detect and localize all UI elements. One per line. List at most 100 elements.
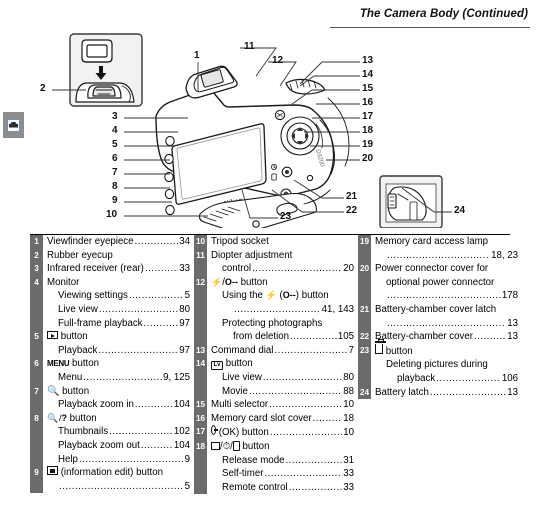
- page-number: 97: [179, 317, 190, 329]
- legend-text: Playback: [58, 344, 98, 356]
- legend-line: Full-frame playback.....................…: [47, 317, 190, 331]
- legend-number-badge: 4: [30, 275, 43, 331]
- legend-line: playback................................…: [375, 372, 518, 386]
- leader-dots: ........................................…: [387, 290, 501, 302]
- legend-text: Monitor: [47, 276, 80, 288]
- legend-text: Help: [58, 453, 78, 465]
- legend-line: Battery-chamber cover latch: [375, 303, 518, 317]
- leader-dots: ........................................…: [252, 263, 343, 275]
- page-number: 33: [343, 468, 354, 480]
- leader-dots: ........................................…: [144, 263, 178, 275]
- page-number: 9, 125: [163, 371, 190, 383]
- legend-entry: 3 Infrared receiver (rear)...............…: [30, 262, 190, 276]
- legend-entry: 6 MENU button Menu........................…: [30, 357, 190, 385]
- menu-icon: MENU: [47, 359, 70, 369]
- page-number: 106: [501, 372, 518, 384]
- legend-text: (OK) button: [216, 427, 269, 439]
- legend-text: Playback zoom in: [58, 399, 134, 411]
- legend-line: Command dial............................…: [211, 344, 354, 358]
- chapter-tab: [3, 112, 24, 138]
- legend-entry-body: Diopter adjustment control...............…: [211, 249, 354, 276]
- legend-line: (information edit) button: [47, 466, 190, 480]
- legend-number-badge: 1: [30, 235, 43, 249]
- legend-line: Release mode............................…: [211, 454, 354, 468]
- legend-text: Memory card slot cover: [211, 412, 312, 424]
- legend-entry: 12 ⚡/O‑‑ button Using the ⚡ (O‑‑) button..…: [194, 275, 354, 344]
- legend-column-2: 10 Tripod socket 11 Diopter adjustment contr…: [194, 235, 354, 513]
- camera-diagram: Nikon: [28, 28, 528, 228]
- legend-line: Tripod socket: [211, 235, 354, 249]
- legend-entry-body: /⏱/ button Release mode..................…: [211, 440, 354, 494]
- legend-entry: 13 Command dial..........................…: [194, 343, 354, 358]
- legend-line: control.................................…: [211, 262, 354, 276]
- zoom-in-icon: 🔍: [47, 385, 60, 397]
- flash-key-icon: ⚡/O‑‑: [211, 276, 238, 288]
- leader-dots: ........................................…: [264, 468, 342, 480]
- delete-icon: [374, 339, 386, 354]
- legend-entry: 16 Memory card slot cover................…: [194, 411, 354, 426]
- legend-entry-body: Rubber eyecup: [47, 249, 190, 263]
- legend-text: Full-frame playback: [58, 317, 143, 329]
- legend-line: Diopter adjustment: [211, 249, 354, 263]
- leader-dots: ........................................…: [274, 344, 348, 356]
- legend-line: Playback zoom out.......................…: [47, 439, 190, 453]
- legend-entry: 15 Multi selector........................…: [194, 398, 354, 412]
- legend-text: Battery latch: [375, 386, 429, 398]
- page-number: 10: [343, 427, 354, 439]
- legend-text: Multi selector: [211, 399, 269, 411]
- legend-entry-body: 🔍 buttonPlayback zoom in................…: [47, 385, 190, 412]
- legend-number-badge: 7: [30, 384, 43, 412]
- legend-line: Memory card slot cover..................…: [211, 412, 354, 426]
- legend-text: Viewing settings: [58, 290, 128, 302]
- page-number: 105: [337, 331, 354, 343]
- legend-entry: 14 Lv button Live view....................…: [194, 357, 354, 399]
- legend-line: Rubber eyecup: [47, 249, 190, 263]
- camera-diagram-svg: Nikon: [52, 33, 452, 228]
- page-number: 33: [179, 263, 190, 275]
- legend-text: Remote control: [222, 481, 288, 493]
- page-number: 5: [184, 290, 190, 302]
- legend-entry: 18/⏱/ button Release mode................…: [194, 439, 354, 495]
- leader-dots: ........................................…: [474, 331, 506, 343]
- leader-dots: ........................................…: [140, 439, 173, 451]
- legend-line: Help....................................…: [47, 453, 190, 467]
- page-number: 102: [173, 426, 190, 438]
- legend-line: button: [47, 330, 190, 344]
- page-number: 10: [343, 399, 354, 411]
- legend-text: from deletion: [233, 331, 290, 343]
- legend-column-1: 1 Viewfinder eyepiece....................…: [30, 235, 190, 513]
- legend-text: Tripod socket: [211, 236, 269, 247]
- legend-number-badge: 5: [30, 330, 43, 358]
- page-number: 88: [343, 385, 354, 397]
- legend-text: button: [299, 290, 329, 302]
- leader-dots: ........................................…: [248, 385, 343, 397]
- legend-line: Memory card access lamp: [375, 235, 518, 249]
- legend-text: Rubber eyecup: [47, 249, 113, 261]
- legend-number-badge: 15: [194, 398, 207, 412]
- legend-number-badge: 16: [194, 411, 207, 426]
- legend-text: Movie: [222, 385, 248, 397]
- legend-entry: 4 Monitor Viewing settings................…: [30, 275, 190, 331]
- legend-text: button: [66, 412, 97, 424]
- page-number: 13: [507, 317, 518, 329]
- leader-dots: ........................................…: [134, 236, 179, 247]
- leader-dots: ........................................…: [234, 303, 321, 315]
- legend-line: Viewfinder eyepiece.....................…: [47, 235, 190, 249]
- legend-entry: 2 Rubber eyecup: [30, 248, 190, 263]
- leader-dots: ........................................…: [285, 454, 343, 466]
- legend-entry-body: Command dial............................…: [211, 344, 354, 358]
- leader-dots: ........................................…: [312, 412, 343, 424]
- leader-dots: ........................................…: [387, 317, 506, 329]
- legend-number-badge: 18: [194, 439, 207, 495]
- legend-number-badge: 3: [30, 262, 43, 276]
- legend-line: ........................................…: [211, 303, 354, 317]
- leader-dots: ........................................…: [78, 453, 184, 465]
- legend-entry-body: Infrared receiver (rear)................…: [47, 262, 190, 276]
- leader-dots: ........................................…: [109, 426, 173, 438]
- leader-dots: ........................................…: [134, 399, 173, 411]
- leader-dots: ........................................…: [429, 386, 507, 398]
- legend-text: button: [58, 331, 88, 343]
- page-title: The Camera Body (Continued): [359, 8, 528, 20]
- legend-entry-body: buttonPlayback..........................…: [47, 330, 190, 357]
- legend-line: ........................................…: [375, 249, 518, 263]
